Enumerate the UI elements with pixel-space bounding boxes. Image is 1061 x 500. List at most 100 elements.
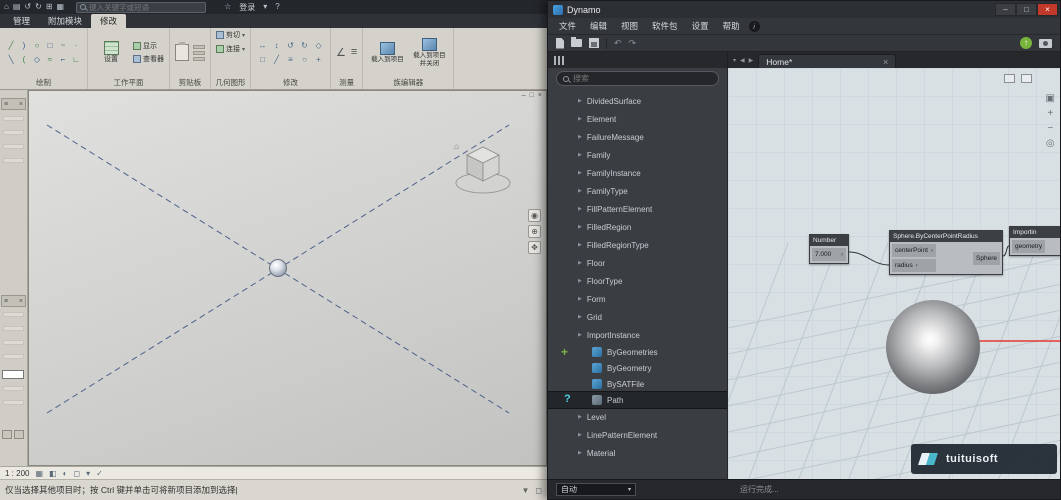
dock-button[interactable] bbox=[2, 430, 12, 439]
zoom-out-icon[interactable]: − bbox=[1047, 124, 1053, 134]
library-item-Path[interactable]: Path bbox=[548, 392, 727, 408]
menu-帮助[interactable]: 帮助 bbox=[716, 20, 747, 32]
dropdown-icon[interactable]: ▾ bbox=[263, 3, 267, 11]
login-button[interactable]: 登录 bbox=[239, 2, 255, 13]
node-sphere-bycenterpointradius[interactable]: Sphere.ByCenterPointRadius centerPoint ›… bbox=[889, 230, 1003, 275]
pick-line-tool-icon[interactable]: ╲ bbox=[5, 53, 17, 66]
close-icon[interactable]: × bbox=[19, 101, 23, 108]
library-item-FillPatternElement[interactable]: ▶FillPatternElement bbox=[548, 200, 727, 218]
favorites-icon[interactable]: ☆ bbox=[224, 3, 231, 11]
select-toggle-icon[interactable]: ◻ bbox=[535, 486, 542, 495]
load-to-project-and-close-button[interactable]: 载入到项目并关闭 bbox=[410, 38, 448, 67]
dimension-tool-icon[interactable]: ≡ bbox=[351, 46, 357, 59]
measure-tool-icon[interactable]: ∠ bbox=[336, 46, 346, 59]
view-restore-icon[interactable]: □ bbox=[530, 92, 534, 99]
print-icon[interactable]: ⊞ bbox=[46, 3, 53, 11]
rectangle-tool-icon[interactable]: □ bbox=[44, 39, 56, 52]
offset-tool-icon[interactable]: ↕ bbox=[270, 39, 283, 52]
revit-tab-修改[interactable]: 修改 bbox=[91, 14, 126, 28]
menu-视图[interactable]: 视图 bbox=[614, 20, 645, 32]
new-file-icon[interactable] bbox=[556, 38, 564, 49]
trim-tool-icon[interactable]: ╱ bbox=[270, 53, 283, 66]
sun-path-icon[interactable]: ◐ bbox=[63, 469, 68, 478]
split-tool-icon[interactable]: ≡ bbox=[284, 53, 297, 66]
zoom-in-icon[interactable]: + bbox=[1047, 109, 1053, 119]
point-tool-icon[interactable]: · bbox=[70, 39, 82, 52]
open-file-icon[interactable] bbox=[571, 39, 582, 47]
library-item-DividedSurface[interactable]: ▶DividedSurface bbox=[548, 92, 727, 110]
dock-panel-2-header[interactable]: ≡ × bbox=[1, 295, 26, 307]
align-tool-icon[interactable]: ↔ bbox=[256, 39, 269, 52]
circle-tool-icon[interactable]: ○ bbox=[31, 39, 43, 52]
port-geometry[interactable]: geometry bbox=[1012, 240, 1045, 253]
sign-in-icon[interactable]: ↑ bbox=[1020, 37, 1032, 49]
set-workplane-button[interactable]: 设置 bbox=[93, 41, 129, 64]
show-workplane-button[interactable]: 显示 bbox=[133, 41, 164, 51]
geometry-view-icon[interactable] bbox=[1004, 74, 1015, 83]
library-item-FilledRegion[interactable]: ▶FilledRegion bbox=[548, 218, 727, 236]
scale-tool-icon[interactable]: ○ bbox=[298, 53, 311, 66]
number-value-field[interactable]: 7.000 › bbox=[812, 248, 846, 261]
pan-icon[interactable]: ✥ bbox=[528, 241, 541, 254]
orbit-icon[interactable]: ◎ bbox=[1046, 139, 1055, 149]
view-switch-icon[interactable]: ▦ bbox=[57, 3, 65, 11]
library-item-Grid[interactable]: ▶Grid bbox=[548, 308, 727, 326]
redo-icon[interactable]: ↷ bbox=[629, 39, 637, 48]
maximize-icon[interactable]: □ bbox=[1016, 3, 1037, 16]
minimize-icon[interactable]: – bbox=[995, 3, 1016, 16]
fillet-tool-icon[interactable]: ∟ bbox=[70, 53, 82, 66]
dock-button[interactable] bbox=[14, 430, 24, 439]
dynamo-titlebar[interactable]: Dynamo – □ × bbox=[548, 1, 1060, 18]
library-item-ByGeometries[interactable]: ByGeometries bbox=[548, 344, 727, 360]
shadows-icon[interactable]: ◻ bbox=[73, 469, 80, 478]
copy-icon[interactable] bbox=[193, 51, 205, 55]
port-radius[interactable]: radius › bbox=[892, 259, 936, 272]
node-importing[interactable]: Importin geometry bbox=[1009, 226, 1060, 256]
view-close-icon[interactable]: × bbox=[538, 92, 542, 99]
library-item-FailureMessage[interactable]: ▶FailureMessage bbox=[548, 128, 727, 146]
line-tool-icon[interactable]: ╱ bbox=[5, 39, 17, 52]
export-image-icon[interactable] bbox=[1039, 39, 1052, 48]
scale-control[interactable]: 1 : 200 bbox=[5, 469, 29, 478]
sphere-element[interactable] bbox=[269, 259, 287, 277]
match-icon[interactable] bbox=[193, 57, 205, 61]
port-centerpoint[interactable]: centerPoint › bbox=[892, 244, 936, 257]
library-item-Form[interactable]: ▶Form bbox=[548, 290, 727, 308]
paste-icon[interactable] bbox=[175, 44, 189, 61]
graph-view-icon[interactable] bbox=[1021, 74, 1032, 83]
info-icon[interactable]: i bbox=[749, 21, 760, 32]
tab-home[interactable]: Home* × bbox=[758, 54, 896, 68]
pin-tool-icon[interactable]: + bbox=[312, 53, 325, 66]
library-item-FamilyInstance[interactable]: ▶FamilyInstance bbox=[548, 164, 727, 182]
spline-tool-icon[interactable]: ~ bbox=[57, 39, 69, 52]
crop-region-icon[interactable]: ✓ bbox=[96, 469, 103, 478]
undo-icon[interactable]: ↶ bbox=[614, 39, 622, 48]
array-tool-icon[interactable]: ◇ bbox=[312, 39, 325, 52]
menu-编辑[interactable]: 编辑 bbox=[583, 20, 614, 32]
collapse-library-icon[interactable]: ▾ bbox=[733, 57, 736, 64]
library-item-Element[interactable]: ▶Element bbox=[548, 110, 727, 128]
view-minimize-icon[interactable]: – bbox=[522, 92, 526, 99]
library-item-Family[interactable]: ▶Family bbox=[548, 146, 727, 164]
node-number[interactable]: Number 7.000 › bbox=[809, 234, 849, 264]
rotate-tool-icon[interactable]: ↺ bbox=[284, 39, 297, 52]
filter-icon[interactable]: ▼ bbox=[521, 486, 529, 495]
tab-back-icon[interactable]: ◀ bbox=[740, 57, 745, 64]
viewcube[interactable]: ⌂ bbox=[452, 137, 514, 201]
library-item-Floor[interactable]: ▶Floor bbox=[548, 254, 727, 272]
help-icon[interactable]: ? bbox=[275, 3, 279, 11]
cut-icon[interactable] bbox=[193, 45, 205, 49]
library-item-ImportInstance[interactable]: ▶ImportInstance bbox=[548, 326, 727, 344]
visual-style-icon[interactable]: ◧ bbox=[49, 469, 57, 478]
tab-forward-icon[interactable]: ▶ bbox=[749, 57, 754, 64]
dynamo-canvas[interactable]: Number 7.000 › Sphere.ByCenterPointRadiu… bbox=[728, 68, 1060, 479]
library-icon[interactable] bbox=[554, 56, 564, 65]
zoom-fit-icon[interactable]: ▣ bbox=[1046, 94, 1055, 104]
move-tool-icon[interactable]: □ bbox=[256, 53, 269, 66]
tangent-arc-tool-icon[interactable]: ⌐ bbox=[57, 53, 69, 66]
library-item-FloorType[interactable]: ▶FloorType bbox=[548, 272, 727, 290]
library-search-box[interactable] bbox=[556, 71, 719, 86]
revit-search-input[interactable] bbox=[89, 3, 202, 12]
join-geometry-button[interactable]: 连接 ▾ bbox=[216, 44, 245, 54]
close-icon[interactable]: × bbox=[1037, 3, 1058, 16]
